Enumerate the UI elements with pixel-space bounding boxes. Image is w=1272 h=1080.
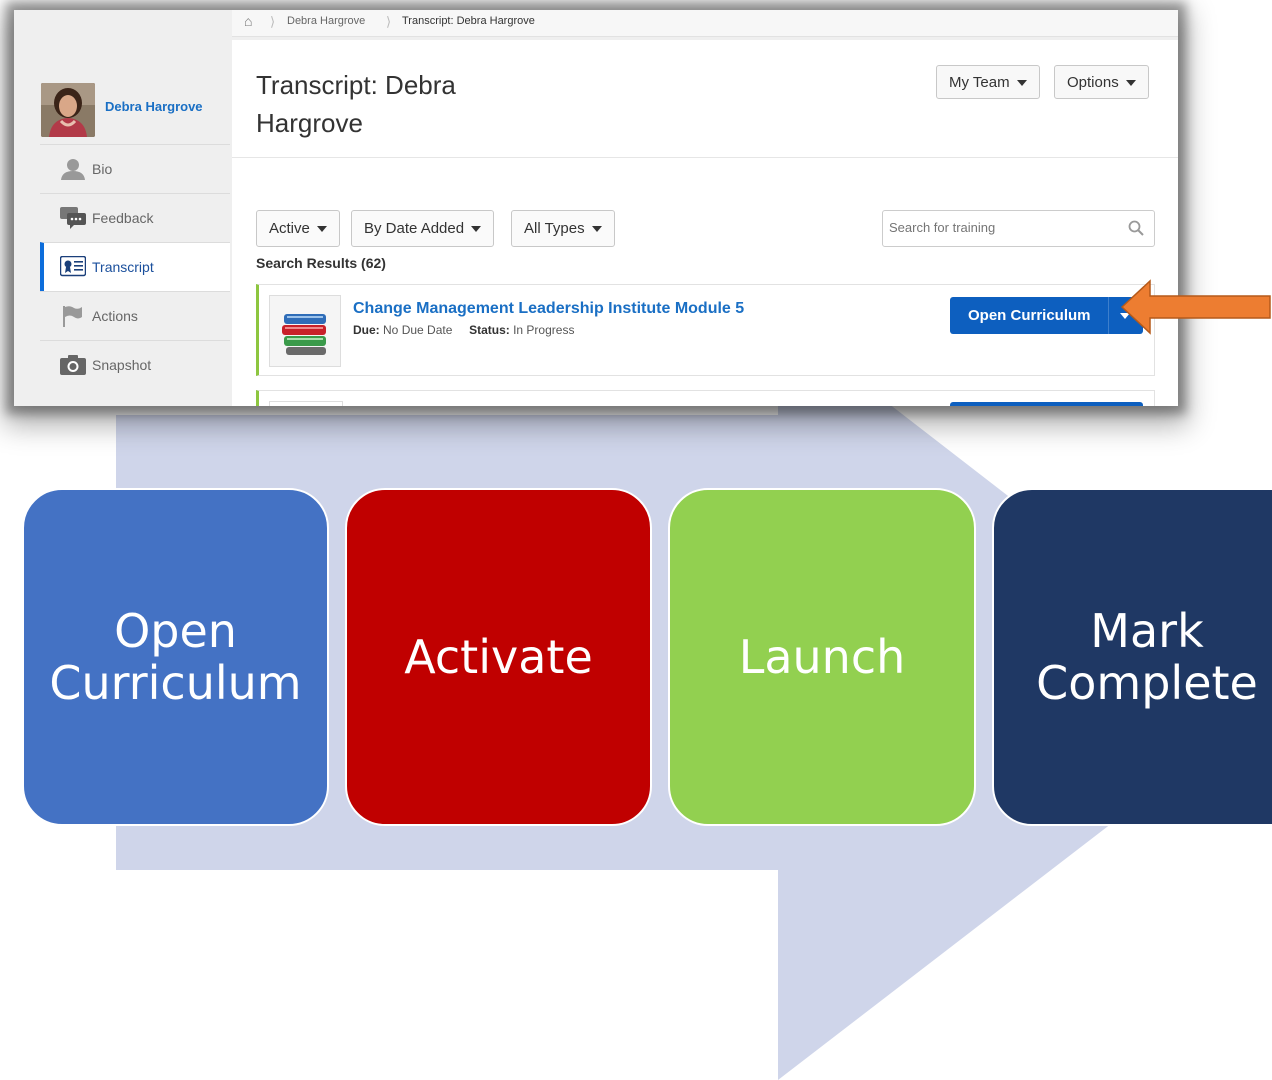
due-label: Due: [353,323,380,337]
sidebar-item-label: Feedback [92,210,154,226]
search-input[interactable] [887,219,1121,236]
caret-down-icon [316,226,327,233]
flag-icon [63,306,82,327]
curriculum-thumbnail [269,401,343,406]
curriculum-thumbnail [269,295,341,367]
transcript-main: Transcript: Debra Hargrove My Team Optio… [232,40,1178,406]
person-icon [61,159,85,180]
caret-down-icon [591,226,602,233]
my-team-label: My Team [949,74,1010,91]
sort-label: By Date Added [364,220,465,237]
search-icon[interactable] [1128,220,1144,236]
training-search[interactable] [882,210,1155,247]
search-results-count: Search Results (62) [256,255,386,271]
split-divider [1108,297,1109,334]
due-value: No Due Date [383,323,453,337]
step-activate: Activate [345,488,652,826]
training-title-link[interactable]: Change Management Leadership Institute M… [353,300,744,318]
training-card: Change Management Leadership Institute M… [256,284,1155,376]
profile-name-link[interactable]: Debra Hargrove [105,99,203,114]
avatar[interactable] [41,83,95,137]
breadcrumb-item-profile[interactable]: Debra Hargrove [287,15,365,27]
step-launch: Launch [668,488,976,826]
training-meta: Due: No Due Date Status: In Progress [353,323,574,337]
home-icon[interactable]: ⌂ [244,13,252,29]
sidebar-item-label: Bio [92,161,113,177]
speech-bubbles-icon [60,207,86,229]
caret-down-icon [1016,80,1027,87]
sidebar-item-bio[interactable]: Bio [40,144,230,193]
options-label: Options [1067,74,1119,91]
sidebar-item-label: Snapshot [92,357,152,373]
page-title: Transcript: Debra Hargrove [256,70,456,138]
caret-down-icon [471,226,482,233]
type-filter-label: All Types [524,220,585,237]
breadcrumb-separator: ⟩ [270,14,276,29]
breadcrumb-separator: ⟩ [386,14,392,29]
my-team-dropdown[interactable]: My Team [936,65,1040,99]
sidebar-item-label: Transcript [92,259,154,275]
profile-header: Debra Hargrove [14,70,230,144]
action-button[interactable] [950,402,1143,406]
sidebar-item-feedback[interactable]: Feedback [40,193,230,242]
step-mark-complete: Mark Complete [992,488,1272,826]
sort-dropdown[interactable]: By Date Added [351,210,495,247]
type-filter-dropdown[interactable]: All Types [511,210,615,247]
camera-icon [60,355,86,375]
breadcrumb: ⌂ ⟩ Debra Hargrove ⟩ Transcript: Debra H… [232,10,1178,37]
books-icon [282,314,326,355]
transcript-screenshot: ⌂ ⟩ Debra Hargrove ⟩ Transcript: Debra H… [14,10,1178,406]
options-dropdown[interactable]: Options [1054,65,1149,99]
breadcrumb-item-current: Transcript: Debra Hargrove [402,15,535,27]
status-label: Status: [469,323,510,337]
status-value: In Progress [513,323,575,337]
open-curriculum-label: Open Curriculum [968,307,1091,324]
training-card-next [256,390,1155,406]
sidebar-item-snapshot[interactable]: Snapshot [40,340,230,389]
status-filter-label: Active [269,220,310,237]
sidebar-item-label: Actions [92,308,138,324]
sidebar-item-transcript[interactable]: Transcript [40,242,230,291]
sidebar-item-actions[interactable]: Actions [40,291,230,340]
open-curriculum-button[interactable]: Open Curriculum [950,297,1143,334]
transcript-icon [60,256,86,277]
caret-down-icon [1125,80,1136,87]
step-open-curriculum: Open Curriculum [22,488,329,826]
header-divider [232,157,1178,158]
callout-arrow-icon [1120,279,1271,335]
status-filter-dropdown[interactable]: Active [256,210,340,247]
